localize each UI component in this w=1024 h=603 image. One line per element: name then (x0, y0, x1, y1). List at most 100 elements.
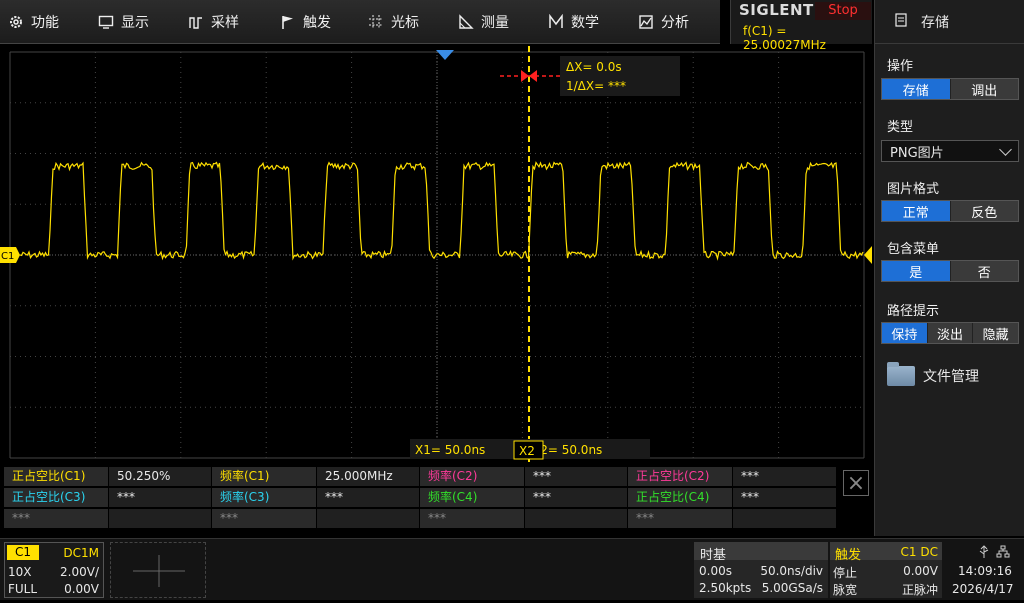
type-dropdown[interactable]: PNG图片 (881, 140, 1019, 162)
menu-trigger[interactable]: 触发 (280, 0, 331, 44)
measurement-label[interactable]: *** (212, 509, 316, 528)
measurement-row: 正占空比(C3) *** 频率(C3) *** 频率(C4) *** 正占空比(… (4, 488, 836, 508)
measurement-label[interactable]: *** (420, 509, 524, 528)
menu-acquire[interactable]: 采样 (188, 0, 239, 44)
ch1-offset: 0.00V (64, 582, 99, 596)
trigger-type: 脉宽 (833, 583, 858, 597)
graticule (9, 51, 865, 459)
measurement-label[interactable]: 正占空比(C3) (4, 488, 108, 507)
ch1-settings-box[interactable]: C1 DC1M 10X 2.00V/ FULL 0.00V (4, 542, 104, 598)
menu-no-button[interactable]: 否 (950, 261, 1018, 281)
timebase-title: 时基 (700, 548, 727, 563)
menu-cursors[interactable]: 光标 (368, 0, 419, 44)
panel-title: 存储 (921, 14, 949, 31)
trigger-position-marker[interactable] (436, 50, 454, 60)
measurement-label[interactable]: 正占空比(C1) (4, 467, 108, 486)
bottom-status-bar: C1 DC1M 10X 2.00V/ FULL 0.00V 时基 0.00s 5… (0, 538, 1024, 600)
file-manager-button[interactable]: 文件管理 (887, 362, 979, 386)
timebase-box[interactable]: 时基 0.00s 50.0ns/div 2.50kpts 5.00GSa/s (694, 542, 828, 598)
fmt-normal-button[interactable]: 正常 (882, 201, 951, 221)
op-recall-button[interactable]: 调出 (950, 79, 1018, 99)
menu-yes-button[interactable]: 是 (882, 261, 951, 281)
measurement-label[interactable]: *** (628, 509, 732, 528)
trigger-level-marker[interactable] (864, 246, 872, 264)
menu-label: 采样 (211, 15, 239, 31)
document-icon (895, 12, 907, 31)
measurement-value: *** (525, 467, 627, 486)
path-fade-button[interactable]: 淡出 (927, 323, 974, 343)
math-icon (548, 14, 564, 30)
include-menu-selector: 是 否 (881, 260, 1019, 282)
path-hint-selector: 保持 淡出 隐藏 (881, 322, 1019, 344)
measurement-label[interactable]: 频率(C1) (212, 467, 316, 486)
ruler-icon (458, 14, 474, 30)
measurement-value (733, 509, 836, 528)
measurement-value: *** (109, 488, 211, 507)
clock-date: 2026/4/17 (952, 582, 1014, 596)
timebase-delay: 0.00s (699, 564, 732, 578)
measurement-label[interactable]: 正占空比(C4) (628, 488, 732, 507)
timebase-points: 2.50kpts (699, 581, 752, 595)
chevron-down-icon (999, 143, 1012, 156)
measurement-row: *** *** *** *** (4, 509, 836, 529)
path-hide-button[interactable]: 隐藏 (973, 323, 1019, 343)
waveform-display[interactable]: ΔX= 0.0s 1/ΔX= *** X1= 50.0ns X2= 50.0ns… (0, 46, 874, 464)
brand-area: SIGLENT Stop f(C1) = 25.00027MHz (730, 0, 872, 52)
folder-icon (887, 362, 915, 386)
measurement-value: *** (317, 488, 419, 507)
ch1-waveform (19, 161, 864, 261)
panel-header: 存储 (875, 0, 1024, 44)
cursor-inverse-delta-x: 1/ΔX= *** (566, 79, 626, 93)
add-channel-button[interactable] (110, 542, 206, 598)
trigger-box[interactable]: 触发 C1 DC 停止 0.00V 脉宽 正脉冲 (830, 542, 942, 598)
include-menu-label: 包含菜单 (887, 242, 940, 257)
image-format-selector: 正常 反色 (881, 200, 1019, 222)
ch1-tag: C1 (7, 545, 39, 560)
menu-measure[interactable]: 测量 (458, 0, 509, 44)
top-menu-bar: 功能 显示 采样 触发 光标 测量 数学 分析 (0, 0, 720, 44)
path-hint-label: 路径提示 (887, 304, 940, 319)
ch1-probe: 10X (8, 565, 32, 579)
close-measurement-button[interactable]: × (843, 470, 869, 496)
measurement-label[interactable]: 频率(C2) (420, 467, 524, 486)
run-stop-status[interactable]: Stop (815, 2, 871, 20)
cursor-x1-value: X1= 50.0ns (415, 443, 485, 457)
menu-label: 分析 (661, 15, 689, 31)
gear-icon (8, 14, 24, 30)
menu-function[interactable]: 功能 (8, 0, 59, 44)
menu-analysis[interactable]: 分析 (638, 0, 689, 44)
measurement-label[interactable]: *** (4, 509, 108, 528)
fmt-invert-button[interactable]: 反色 (950, 201, 1018, 221)
op-save-button[interactable]: 存储 (882, 79, 951, 99)
path-keep-button[interactable]: 保持 (882, 323, 928, 343)
type-value: PNG图片 (890, 145, 944, 161)
image-format-label: 图片格式 (887, 182, 940, 197)
flag-icon (280, 14, 296, 30)
measurement-value: 25.000MHz (317, 467, 419, 486)
trigger-level: 0.00V (903, 564, 938, 578)
cursor-x2-tag: X2 (519, 444, 535, 458)
trigger-source: C1 DC (900, 545, 938, 559)
timebase-scale: 50.0ns/div (760, 564, 823, 578)
clock-time: 14:09:16 (958, 564, 1012, 578)
timebase-sample-rate: 5.00GSa/s (761, 581, 823, 595)
measurement-label[interactable]: 频率(C4) (420, 488, 524, 507)
menu-math[interactable]: 数学 (548, 0, 599, 44)
file-manager-label: 文件管理 (923, 369, 979, 385)
measurement-label[interactable]: 频率(C3) (212, 488, 316, 507)
menu-label: 测量 (481, 15, 509, 31)
ch1-bandwidth: FULL (8, 582, 38, 596)
delta-arrow-left-icon (521, 70, 529, 82)
brand-logo: SIGLENT (739, 1, 814, 19)
save-panel: 存储 操作 存储 调出 类型 PNG图片 图片格式 正常 反色 包含菜单 是 否… (874, 0, 1024, 536)
menu-label: 功能 (31, 15, 59, 31)
measurement-value (525, 509, 627, 528)
menu-display[interactable]: 显示 (98, 0, 149, 44)
cursor-delta-x: ΔX= 0.0s (566, 60, 622, 74)
menu-label: 显示 (121, 15, 149, 31)
type-label: 类型 (887, 120, 914, 135)
plus-icon (133, 555, 185, 587)
measurement-label[interactable]: 正占空比(C2) (628, 467, 732, 486)
usb-icon (978, 544, 990, 563)
measurement-value (109, 509, 211, 528)
